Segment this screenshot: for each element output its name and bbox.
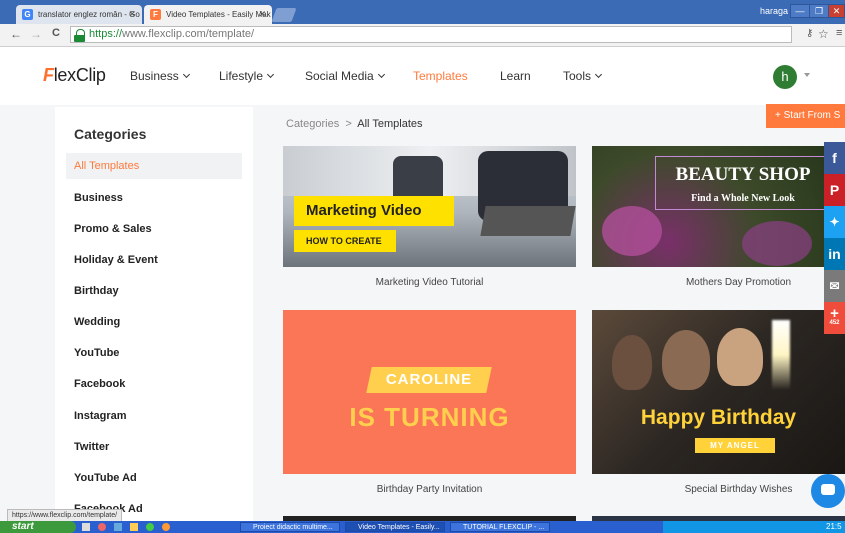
menu-icon[interactable]: ≡ [836,27,842,39]
back-icon[interactable]: ← [10,27,22,41]
sidebar-item-promo-sales[interactable]: Promo & Sales [66,216,242,242]
sidebar-item-youtube[interactable]: YouTube [66,340,242,366]
sidebar-item-all-templates[interactable]: All Templates [66,153,242,179]
linkedin-icon[interactable]: in [824,238,845,270]
template-overlay-subtitle: HOW TO CREATE [294,230,396,252]
avatar[interactable]: h [773,65,797,89]
template-caption[interactable]: Birthday Party Invitation [283,484,576,495]
url-protocol: https:// [89,28,123,40]
nav-lifestyle[interactable]: Lifestyle [219,69,275,83]
key-icon[interactable]: ⚷ [806,28,813,39]
share-count: 452 [829,320,840,326]
close-tab-icon[interactable]: ✕ [128,5,136,24]
browser-tab-video-templates[interactable]: F Video Templates - Easily Mak ✕ [144,5,272,24]
system-tray [663,521,845,533]
lock-icon [74,29,85,42]
sidebar-item-twitter[interactable]: Twitter [66,434,242,460]
breadcrumb: Categories > All Templates [286,118,423,130]
share-plus-icon[interactable]: + 452 [824,302,845,334]
sidebar-title: Categories [74,126,147,142]
sidebar-item-wedding[interactable]: Wedding [66,309,242,335]
facebook-icon[interactable]: f [824,142,845,174]
nav-learn[interactable]: Learn [500,69,531,83]
template-overlay-title: Marketing Video [294,196,454,226]
browser-tab-strip: G translator englez român - Go ✕ F Video… [0,0,845,24]
new-tab-button[interactable] [271,8,297,22]
nav-tools[interactable]: Tools [563,69,603,83]
breadcrumb-separator: > [345,118,352,130]
template-caption[interactable]: Special Birthday Wishes [592,484,845,495]
taskbar-item-video-templates[interactable]: Video Templates - Easily... [345,522,445,532]
chevron-down-icon [377,70,385,79]
quick-launch-icons[interactable] [82,522,172,532]
template-thumbnail-beauty[interactable]: BEAUTY SHOP Find a Whole New Look [592,146,845,267]
sidebar-item-birthday[interactable]: Birthday [66,278,242,304]
categories-sidebar: Categories All Templates Business Promo … [55,107,253,527]
sidebar-item-instagram[interactable]: Instagram [66,403,242,429]
template-overlay-subtitle: MY ANGEL [695,438,775,453]
template-thumbnail-birthday-invite[interactable]: CAROLINE IS TURNING [283,310,576,474]
chat-icon[interactable] [811,474,845,508]
address-bar[interactable]: https://www.flexclip.com/template/ [70,26,792,43]
reload-icon[interactable]: C [52,27,60,39]
nav-business[interactable]: Business [130,69,190,83]
google-icon: G [22,9,33,20]
email-icon[interactable]: ✉ [824,270,845,302]
start-from-scratch-button[interactable]: + Start From S [766,104,845,128]
taskbar-item-tutorial[interactable]: TUTORIAL FLEXCLIP - ... [450,522,550,532]
clock: 21:5 [826,522,842,531]
twitter-icon[interactable]: ✦ [824,206,845,238]
flexclip-logo[interactable]: FlexClip [43,65,106,86]
nav-social-media[interactable]: Social Media [305,69,385,83]
template-thumbnail-marketing[interactable]: Marketing Video HOW TO CREATE [283,146,576,267]
forward-icon[interactable]: → [30,27,42,41]
window-user-name: haraga [760,6,789,16]
pinterest-icon[interactable]: P [824,174,845,206]
template-overlay-subtitle: IS TURNING [349,402,510,432]
close-window-button[interactable]: ✕ [828,4,845,18]
start-button[interactable]: start [0,521,76,533]
tab-title: translator englez român - Go [38,10,140,19]
template-overlay-subtitle: Find a Whole New Look [691,193,795,204]
caret-down-icon[interactable] [804,73,810,77]
template-thumbnail-birthday-wishes[interactable]: Happy Birthday MY ANGEL [592,310,845,474]
breadcrumb-current: All Templates [357,118,423,130]
tab-title: Video Templates - Easily Mak [166,10,271,19]
sidebar-item-facebook[interactable]: Facebook [66,371,242,397]
chevron-down-icon [594,70,603,79]
browser-toolbar: ← → C https://www.flexclip.com/template/… [0,24,845,47]
chevron-down-icon [182,70,190,79]
close-tab-icon[interactable]: ✕ [258,5,266,24]
star-icon[interactable]: ☆ [818,27,829,41]
url-path: www.flexclip.com/template/ [122,28,255,40]
template-overlay-title: BEAUTY SHOP [675,164,811,185]
template-caption[interactable]: Mothers Day Promotion [592,277,845,288]
minimize-button[interactable]: — [790,4,810,18]
browser-tab-translator[interactable]: G translator englez român - Go ✕ [16,5,142,24]
site-header: FlexClip Business Lifestyle Social Media… [0,47,845,105]
flexclip-favicon-icon: F [150,9,161,20]
sidebar-item-youtube-ad[interactable]: YouTube Ad [66,465,242,491]
sidebar-item-business[interactable]: Business [66,185,242,211]
template-overlay-title: Happy Birthday [640,406,797,429]
maximize-button[interactable]: ❐ [809,4,829,18]
sidebar-item-holiday-event[interactable]: Holiday & Event [66,247,242,273]
template-overlay-title: CAROLINE [385,371,473,388]
nav-templates[interactable]: Templates [413,69,468,83]
windows-taskbar: start Proiect didactic multime... Video … [0,521,845,533]
breadcrumb-parent[interactable]: Categories [286,118,339,130]
chevron-down-icon [266,70,275,79]
taskbar-item-proiect[interactable]: Proiect didactic multime... [240,522,340,532]
template-caption[interactable]: Marketing Video Tutorial [283,277,576,288]
